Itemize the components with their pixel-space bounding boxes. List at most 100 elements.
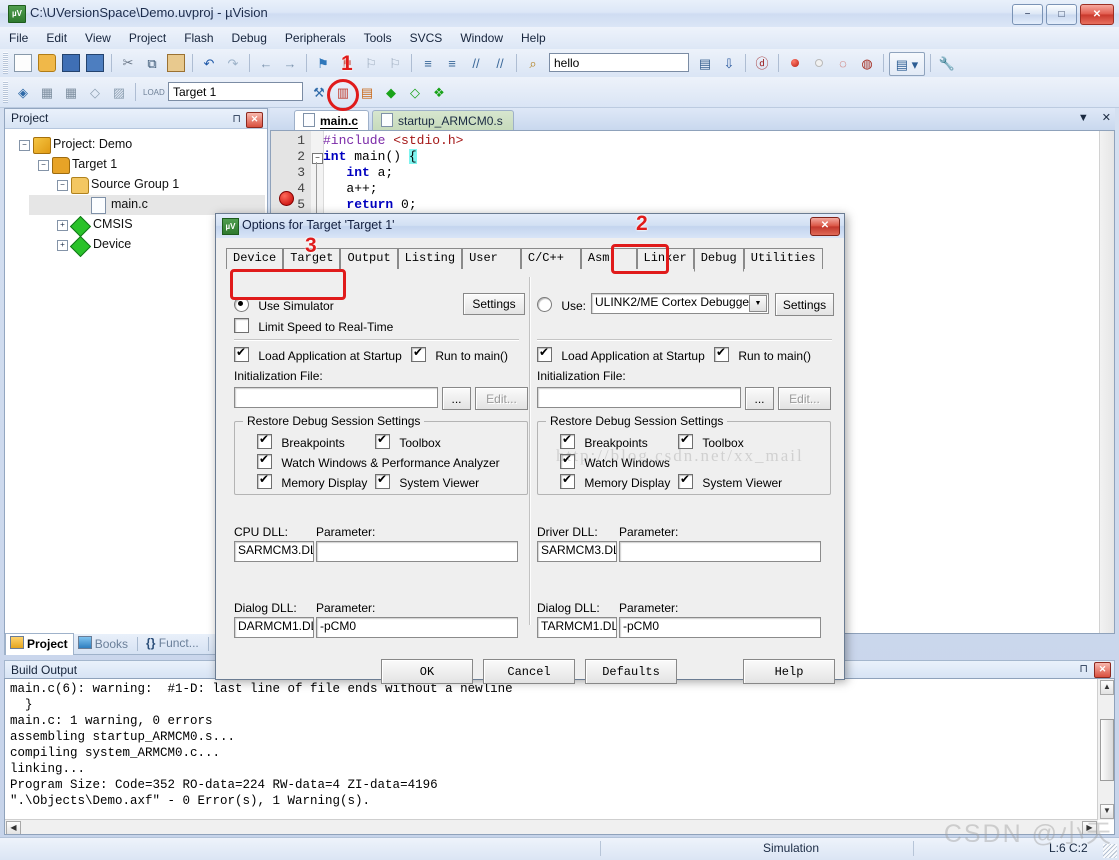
disable-breakpoint-icon[interactable] [808,52,830,74]
use-simulator-radio-row[interactable]: Use Simulator [234,297,334,313]
debugger-settings-button[interactable]: Settings [775,293,834,316]
toolbox-checkbox[interactable] [375,432,390,449]
bookmark-next-icon[interactable]: ⚑ [336,52,358,74]
dialog-close-button[interactable]: ✕ [810,217,840,236]
menu-view[interactable]: View [76,27,120,49]
right-system-viewer-row[interactable]: System Viewer [678,472,782,490]
system-viewer-checkbox[interactable] [375,472,390,489]
undo-icon[interactable]: ↶ [198,52,220,74]
watch-windows-checkbox[interactable] [560,452,575,469]
pin-icon[interactable]: ⊓ [1079,662,1088,675]
manage-runtime-env-icon[interactable]: ❖ [428,81,450,103]
right-toolbox-row[interactable]: Toolbox [678,432,744,450]
stop-build-icon[interactable]: ▨ [108,81,130,103]
dialog-tab-debug[interactable]: Debug [693,248,744,272]
right-dialog-dll-input[interactable]: TARMCM1.DLL [537,617,617,638]
left-dialog-dll-input[interactable]: DARMCM1.DLL [234,617,314,638]
expander-icon[interactable]: − [38,160,49,171]
left-browse-button[interactable]: ... [442,387,471,410]
window-layout-icon[interactable]: ▤ ▾ [889,52,925,76]
start-debug-icon[interactable]: ⓓ [751,52,773,74]
help-button[interactable]: Help [743,659,835,684]
dialog-tab-device[interactable]: Device [226,248,284,271]
menu-help[interactable]: Help [512,27,555,49]
outdent-icon[interactable]: ≡ [441,52,463,74]
left-load-app-row[interactable]: Load Application at Startup [234,345,402,363]
pack-installer-icon[interactable]: ◆ [380,81,402,103]
simulator-settings-button[interactable]: Settings [463,293,525,315]
chevron-down-icon[interactable]: ▼ [749,295,767,312]
indent-icon[interactable]: ≡ [417,52,439,74]
dialog-tab-user[interactable]: User [462,248,521,271]
debugger-select[interactable]: ULINK2/ME Cortex Debugger ▼ [591,293,769,314]
right-memory-display-row[interactable]: Memory Display [560,472,670,490]
paste-icon[interactable] [165,52,187,74]
scroll-up-icon[interactable]: ▲ [1100,680,1114,695]
right-breakpoints-row[interactable]: Breakpoints [560,432,648,450]
menu-flash[interactable]: Flash [175,27,222,49]
right-watch-windows-row[interactable]: Watch Windows [560,452,670,470]
dialog-tab-asm[interactable]: Asm [580,248,637,271]
limit-speed-row[interactable]: Limit Speed to Real-Time [234,318,393,334]
expander-icon[interactable]: + [57,220,68,231]
breakpoints-checkbox[interactable] [257,432,272,449]
left-run-to-main-row[interactable]: Run to main() [411,345,508,363]
load-application-checkbox[interactable] [234,345,249,362]
manage-project-items-icon[interactable]: ▥ [332,81,354,103]
kill-all-breakpoints-icon[interactable]: ◌ [832,52,854,74]
tab-project[interactable]: Project [5,633,74,655]
close-button[interactable]: ✕ [1080,4,1114,25]
uncomment-icon[interactable]: // [489,52,511,74]
close-icon[interactable]: ✕ [246,112,263,128]
driver-parameter-input[interactable] [619,541,821,562]
build-vertical-scrollbar[interactable]: ▲ ▼ [1097,679,1114,820]
close-icon[interactable]: ✕ [1102,112,1111,124]
chevron-down-icon[interactable]: ▼ [1078,112,1089,124]
dialog-tab-cpp[interactable]: C/C++ [520,248,581,271]
breakpoints-checkbox[interactable] [560,432,575,449]
search-input[interactable]: hello [549,53,689,72]
goto-icon[interactable]: ⇩ [718,52,740,74]
save-icon[interactable] [60,52,82,74]
right-init-file-input[interactable] [537,387,741,408]
cpu-dll-input[interactable]: SARMCM3.DLL [234,541,314,562]
back-icon[interactable]: ← [255,52,277,74]
scroll-left-icon[interactable]: ◀ [6,821,21,834]
bookmark-prev-icon[interactable]: ⚐ [360,52,382,74]
rebuild-icon[interactable]: ▦ [60,81,82,103]
dialog-tab-target[interactable]: Target [283,248,341,271]
build-output-body[interactable]: main.c(6): warning: #1-D: last line of f… [4,678,1115,835]
dialog-tab-listing[interactable]: Listing [397,248,463,271]
left-memory-display-row[interactable]: Memory Display [257,472,367,490]
find-in-files-icon[interactable]: ⌕ [522,52,544,74]
memory-display-checkbox[interactable] [560,472,575,489]
batch-build-icon[interactable]: ◇ [84,81,106,103]
editor-vertical-scrollbar[interactable] [1099,131,1114,633]
build-icon[interactable]: ▦ [36,81,58,103]
load-application-checkbox[interactable] [537,345,552,362]
cancel-button[interactable]: Cancel [483,659,575,684]
options-for-target-icon[interactable]: ⚒ [308,81,330,103]
scroll-down-icon[interactable]: ▼ [1100,804,1114,819]
dialog-tab-linker[interactable]: Linker [636,248,694,271]
resize-grip[interactable] [1103,844,1117,858]
ok-button[interactable]: OK [381,659,473,684]
pack-icon[interactable]: ◇ [404,81,426,103]
left-system-viewer-row[interactable]: System Viewer [375,472,479,490]
left-breakpoints-row[interactable]: Breakpoints [257,432,345,450]
use-debugger-radio[interactable] [537,297,552,312]
toolbar-grip[interactable] [3,52,8,74]
redo-icon[interactable]: ↷ [222,52,244,74]
menu-window[interactable]: Window [451,27,512,49]
right-run-to-main-row[interactable]: Run to main() [714,345,811,363]
find-next-icon[interactable]: ▤ [694,52,716,74]
build-horizontal-scrollbar[interactable]: ◀ ▶ [5,819,1098,834]
download-icon[interactable]: LOAD [141,81,165,103]
insert-breakpoint-icon[interactable] [784,52,806,74]
tab-books[interactable]: Books [74,634,133,654]
tree-item-source-group[interactable]: − Source Group 1 [5,175,267,195]
forward-icon[interactable]: → [279,52,301,74]
cut-icon[interactable]: ✂ [117,52,139,74]
right-browse-button[interactable]: ... [745,387,774,410]
toolbar-grip[interactable] [3,81,8,103]
